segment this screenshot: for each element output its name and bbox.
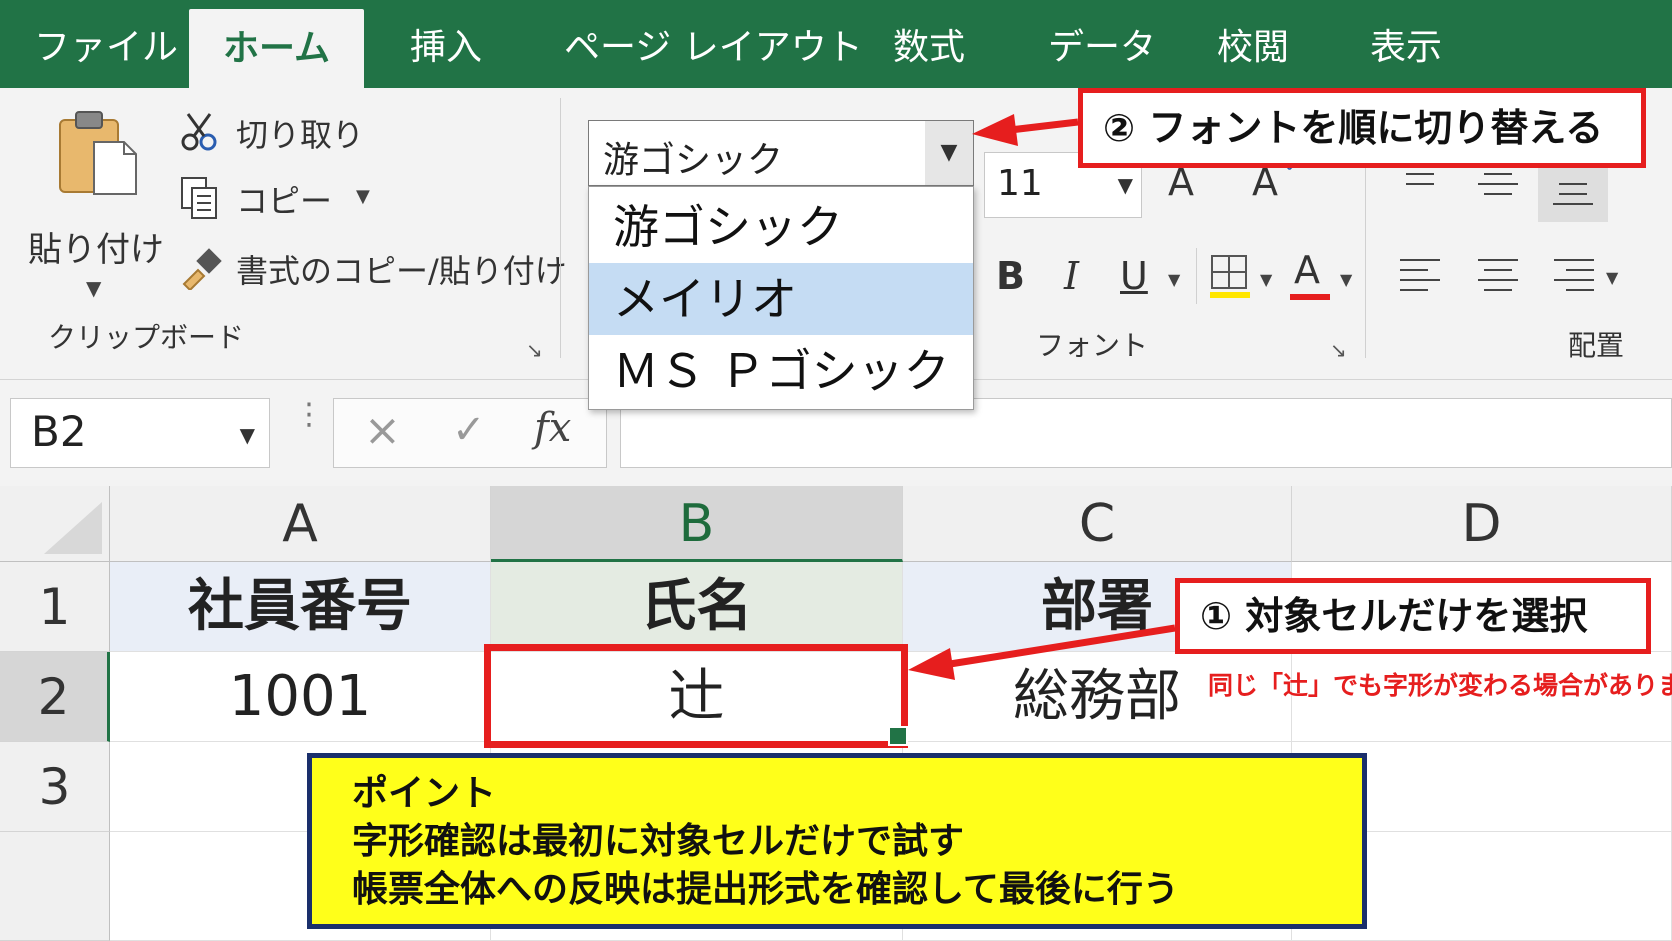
borders-button[interactable]: ▼ — [1210, 254, 1286, 304]
tab-insert[interactable]: 挿入 — [410, 0, 482, 88]
chevron-down-icon: ▼ — [356, 186, 370, 207]
underline-button[interactable]: U ▼ — [1120, 254, 1190, 304]
font-option-meiryo[interactable]: メイリオ — [589, 263, 973, 335]
cut-button[interactable]: 切り取り — [180, 108, 380, 158]
bold-button[interactable]: B — [996, 254, 1025, 298]
cell-a2[interactable]: 1001 — [110, 652, 491, 742]
clipboard-paste-icon — [59, 111, 137, 195]
row-header-3[interactable]: 3 — [0, 742, 110, 832]
tab-view[interactable]: 表示 — [1370, 0, 1442, 88]
shrink-font-button[interactable]: A ^ — [1252, 152, 1308, 216]
chevron-down-icon: ▼ — [1340, 270, 1353, 289]
row-header-1[interactable]: 1 — [0, 562, 110, 652]
borders-icon — [1210, 255, 1250, 298]
dialog-launcher-icon[interactable]: ↘ — [526, 338, 543, 362]
paste-button[interactable]: 貼り付け ▼ — [24, 104, 174, 304]
font-size-value: 11 — [997, 163, 1043, 204]
selected-cell-highlight — [484, 644, 908, 748]
font-name-dropdown-list: 游ゴシック メイリオ ＭＳ Ｐゴシック — [588, 186, 974, 410]
fx-icon[interactable]: fx — [534, 405, 571, 451]
ribbon-tab-bar: ファイル ホーム 挿入 ページ レイアウト 数式 データ 校閲 表示 — [0, 0, 1672, 88]
select-all-triangle-icon — [44, 502, 102, 554]
formula-buttons: × ✓ fx — [333, 398, 607, 468]
align-center-icon[interactable] — [1476, 256, 1520, 296]
font-option-yu-gothic[interactable]: 游ゴシック — [589, 191, 973, 263]
font-group-label: フォント — [1036, 329, 1149, 362]
paintbrush-icon — [182, 248, 222, 290]
format-painter-button[interactable]: 書式のコピー/貼り付け — [180, 244, 567, 294]
font-name-combobox[interactable]: 游ゴシック ▼ — [588, 120, 974, 186]
font-color-button[interactable]: A ▼ — [1290, 248, 1366, 304]
align-bottom-button[interactable] — [1538, 160, 1608, 222]
font-option-ms-pgothic[interactable]: ＭＳ Ｐゴシック — [589, 335, 973, 407]
tab-file[interactable]: ファイル — [34, 0, 178, 88]
step2-callout: ② フォントを順に切り替える — [1078, 88, 1646, 168]
point-title: ポイント — [352, 773, 497, 814]
point-line-2: 帳票全体への反映は提出形式を確認して最後に行う — [352, 869, 1179, 910]
tab-review[interactable]: 校閲 — [1217, 0, 1289, 88]
chevron-down-icon: ▼ — [1606, 268, 1619, 287]
copy-button[interactable]: コピー ▼ — [180, 174, 380, 224]
copy-label: コピー — [236, 182, 333, 220]
italic-button[interactable]: I — [1064, 254, 1079, 298]
scissors-icon — [181, 113, 217, 151]
chevron-down-icon: ▼ — [86, 276, 102, 300]
grow-font-button[interactable]: A ^ — [1168, 154, 1224, 216]
column-header-d[interactable]: D — [1292, 486, 1672, 562]
column-header-b[interactable]: B — [491, 486, 903, 562]
row-header-2[interactable]: 2 — [0, 652, 110, 742]
font-color-icon: A — [1294, 248, 1320, 292]
align-middle-icon[interactable] — [1476, 168, 1520, 204]
more-options-icon[interactable]: ⋮ — [294, 400, 324, 430]
row-header-4[interactable] — [0, 832, 110, 941]
chevron-down-icon: ▼ — [239, 423, 255, 447]
align-bottom-icon — [1553, 183, 1593, 205]
point-box: ポイント 字形確認は最初に対象セルだけで試す 帳票全体への反映は提出形式を確認し… — [307, 753, 1367, 929]
format-painter-label: 書式のコピー/貼り付け — [236, 252, 567, 290]
group-divider — [1196, 248, 1197, 304]
select-all-button[interactable] — [0, 486, 110, 562]
align-right-button[interactable]: ▼ — [1552, 256, 1632, 300]
clipboard-group-label: クリップボード — [48, 321, 245, 354]
align-right-icon — [1554, 259, 1594, 291]
fill-handle[interactable] — [888, 726, 908, 746]
cut-label: 切り取り — [236, 116, 365, 154]
chevron-down-icon: ▼ — [1168, 270, 1181, 289]
chevron-down-icon: ▼ — [1117, 173, 1133, 197]
column-header-a[interactable]: A — [110, 486, 491, 562]
tab-data[interactable]: データ — [1048, 0, 1156, 88]
tab-home[interactable]: ホーム — [189, 9, 364, 88]
step1-callout: ① 対象セルだけを選択 — [1175, 578, 1651, 654]
cell-b1[interactable]: 氏名 — [491, 562, 903, 652]
cell-a1[interactable]: 社員番号 — [110, 562, 491, 652]
glyph-change-note: 同じ「辻」でも字形が変わる場合があります — [1208, 671, 1672, 700]
enter-icon[interactable]: ✓ — [452, 407, 486, 453]
tab-page-layout[interactable]: ページ レイアウト — [564, 0, 863, 88]
copy-icon — [181, 177, 217, 219]
cancel-icon[interactable]: × — [364, 405, 401, 456]
tab-formulas[interactable]: 数式 — [893, 0, 965, 88]
alignment-group-label: 配置 — [1568, 329, 1625, 362]
font-color-swatch — [1290, 294, 1330, 300]
group-divider — [560, 98, 561, 358]
point-line-1: 字形確認は最初に対象セルだけで試す — [352, 821, 965, 862]
chevron-down-icon[interactable]: ▼ — [925, 121, 973, 185]
name-box[interactable]: B2 ▼ — [10, 398, 270, 468]
underline-icon: U — [1120, 254, 1148, 298]
dialog-launcher-icon[interactable]: ↘ — [1330, 338, 1347, 362]
align-left-icon[interactable] — [1398, 256, 1442, 296]
name-box-value: B2 — [31, 407, 87, 456]
paste-label: 貼り付け — [28, 230, 164, 270]
font-name-value: 游ゴシック — [603, 140, 784, 181]
chevron-down-icon: ▼ — [1260, 270, 1273, 289]
column-header-c[interactable]: C — [903, 486, 1292, 562]
